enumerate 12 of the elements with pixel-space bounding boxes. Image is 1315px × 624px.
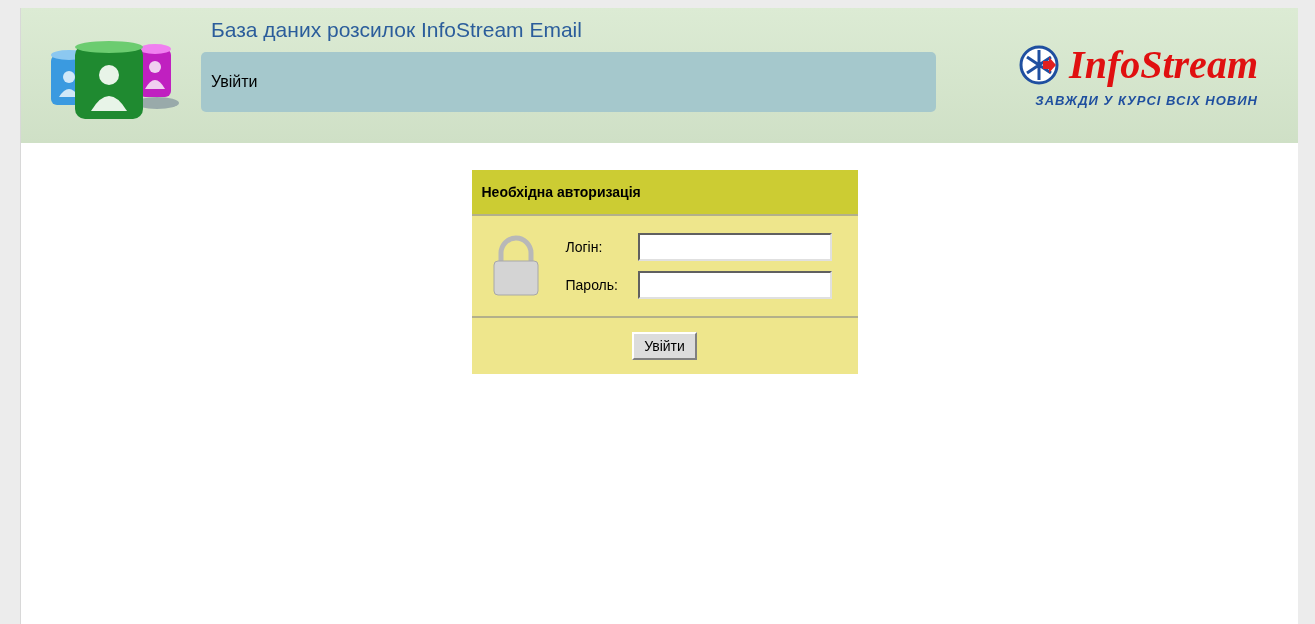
input-field[interactable] — [637, 271, 832, 299]
input-field[interactable] — [637, 233, 832, 261]
login-button[interactable]: Увійти — [632, 332, 697, 360]
snowflake-logo-icon — [1019, 45, 1060, 85]
page-title: Увійти — [211, 72, 258, 92]
field-label: Логін: — [565, 237, 604, 257]
panel-heading: Необхідна авторизація — [481, 182, 641, 202]
padlock-icon — [491, 235, 540, 297]
field-label: Пароль: — [565, 275, 619, 295]
logo-tagline: ЗАВЖДИ У КУРСІ ВСІХ НОВИН — [1035, 92, 1258, 110]
logo-name: InfoStream — [1069, 43, 1258, 87]
site-title: База даних розсилок InfoStream Email — [211, 17, 583, 43]
